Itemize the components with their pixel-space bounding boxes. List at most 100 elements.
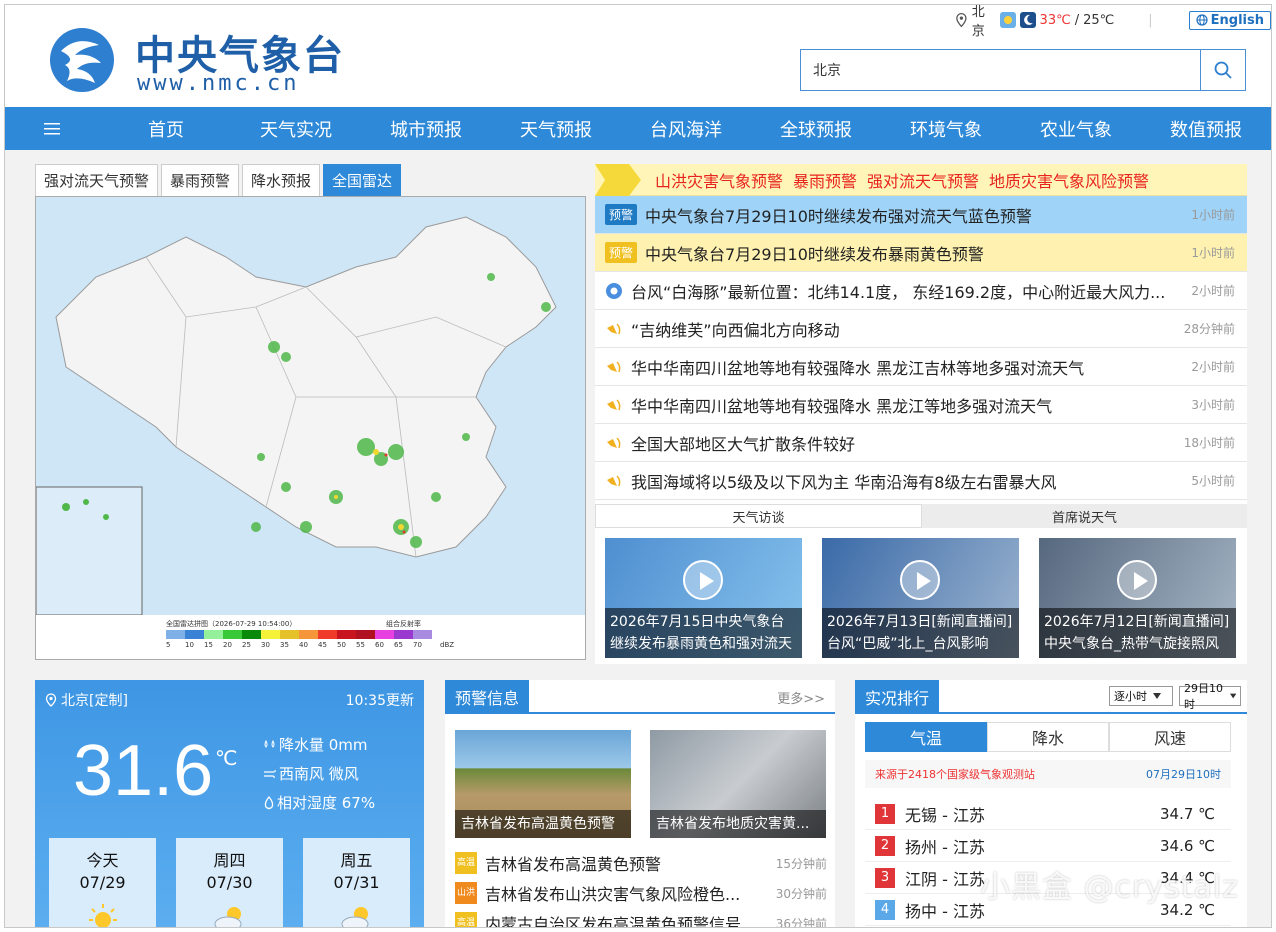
alert-image-card[interactable]: 吉林省发布高温黄色预警 [455, 730, 631, 838]
day-name: 周四 [213, 851, 246, 870]
video-caption: 2026年7月13日[新闻直播间]台风“巴威”北上_台风影响 [822, 608, 1019, 658]
station-value: 34.7 ℃ [1159, 804, 1215, 823]
nav-agriculture[interactable]: 农业气象 [1011, 116, 1141, 142]
site-header: 中央气象台 www.nmc.cn 北京 33℃ / 25℃ | English [5, 5, 1271, 109]
legend-swatch [261, 630, 280, 639]
news-item[interactable]: 华中华南四川盆地等地有较强降水 黑龙江吉林等地多强对流天气 2小时前 [595, 348, 1247, 386]
search-button[interactable] [1200, 50, 1245, 90]
update-time: 10:35更新 [345, 693, 414, 709]
news-text: 我国海域将以5级及以下风为主 华南沿海有8级左右雷暴大风 [631, 472, 1057, 492]
heat-warning-icon: 高温 [455, 912, 477, 927]
radar-legend: 全国雷达拼图（2026-07-29 10:54:00） 组合反射率 5 10 15 2… [36, 615, 585, 659]
legend-swatch [413, 630, 432, 639]
tab-national-radar[interactable]: 全国雷达 [323, 164, 402, 196]
top-city[interactable]: 北京 [972, 5, 996, 39]
nav-weather-forecast[interactable]: 天气预报 [491, 116, 621, 142]
interval-select[interactable]: 逐小时 [1109, 686, 1173, 706]
video-thumbnail[interactable]: 2026年7月13日[新闻直播间]台风“巴威”北上_台风影响 [822, 538, 1019, 658]
wind-icon [264, 769, 276, 778]
day-date: 07/29 [79, 873, 126, 892]
tab-temperature[interactable]: 气温 [865, 722, 987, 752]
news-text: 台风“白海豚”最新位置：北纬14.1度， 东经169.2度，中心附近最大风力..… [631, 282, 1166, 302]
nav-city-forecast[interactable]: 城市预报 [361, 116, 491, 142]
nav-home[interactable]: 首页 [101, 116, 231, 142]
temp-low: 25℃ [1083, 12, 1115, 28]
english-button[interactable]: English [1188, 10, 1271, 30]
news-item[interactable]: 我国海域将以5级及以下风为主 华南沿海有8级左右雷暴大风 5小时前 [595, 462, 1247, 500]
banner-rainstorm-warning[interactable]: 暴雨预警 [793, 168, 857, 192]
radar-map[interactable]: 全国雷达拼图（2026-07-29 10:54:00） 组合反射率 5 10 15 2… [35, 196, 586, 660]
legend-value: 60 [375, 641, 384, 649]
partly-cloudy-icon [214, 907, 241, 927]
alert-item[interactable]: 山洪 吉林省发布山洪灾害气象风险橙色... 30分钟前 [455, 879, 827, 907]
weather-location[interactable]: 北京[定制] [45, 690, 128, 710]
alert-time: 15分钟前 [775, 856, 827, 871]
top-weather-bar: 北京 33℃ / 25℃ | English [955, 5, 1271, 39]
banner-flood-warning[interactable]: 山洪灾害气象预警 [655, 168, 783, 192]
china-radar-map-image [36, 197, 585, 616]
nav-typhoon-ocean[interactable]: 台风海洋 [621, 116, 751, 142]
day-name: 周五 [340, 851, 373, 870]
news-item[interactable]: 预警 中央气象台7月29日10时继续发布暴雨黄色预警 1小时前 [595, 234, 1247, 272]
forecast-day-card[interactable]: 周五 07/31 [303, 838, 410, 927]
legend-swatch [223, 630, 242, 639]
forecast-day-card[interactable]: 今天 07/29 [49, 838, 156, 927]
nav-environment[interactable]: 环境气象 [881, 116, 1011, 142]
wind-value: 西南风 微风 [279, 765, 359, 783]
alert-image-card[interactable]: 吉林省发布地质灾害黄... [650, 730, 826, 838]
partly-cloudy-icon [341, 907, 368, 927]
warning-banner: 山洪灾害气象预警 暴雨预警 强对流天气预警 地质灾害气象风险预警 [595, 164, 1247, 196]
video-thumbnail[interactable]: 2026年7月15日中央气象台继续发布暴雨黄色和强对流天气 [605, 538, 802, 658]
moon-icon [1019, 12, 1036, 28]
news-time: 3小时前 [1191, 398, 1235, 412]
topbar-divider: | [1148, 12, 1153, 28]
forecast-day-card[interactable]: 周四 07/30 [176, 838, 283, 927]
station-name: 扬州 - 江苏 [905, 837, 985, 857]
station-name: 江阴 - 江苏 [905, 869, 985, 889]
news-item[interactable]: 预警 中央气象台7月29日10时继续发布强对流天气蓝色预警 1小时前 [595, 196, 1247, 234]
tab-precip-forecast[interactable]: 降水预报 [242, 164, 321, 196]
tab-severe-convection[interactable]: 强对流天气预警 [35, 164, 159, 196]
precip-value: 降水量 0mm [279, 736, 368, 754]
speaker-icon [607, 322, 621, 334]
alert-panel-header: 预警信息 更多>> [445, 680, 835, 714]
legend-swatch [299, 630, 318, 639]
legend-swatch [185, 630, 204, 639]
temperature-unit: ℃ [215, 746, 238, 770]
menu-button[interactable] [5, 107, 101, 150]
banner-convection-warning[interactable]: 强对流天气预警 [867, 168, 979, 192]
nav-observations[interactable]: 天气实况 [231, 116, 361, 142]
ranking-row[interactable]: 2 扬州 - 江苏 34.6 ℃ [865, 830, 1231, 862]
news-item[interactable]: 台风“白海豚”最新位置：北纬14.1度， 东经169.2度，中心附近最大风力..… [595, 272, 1247, 310]
time-value: 29日10时 [1184, 682, 1223, 711]
rank-number: 2 [875, 835, 895, 856]
news-item[interactable]: 华中华南四川盆地等地有较强降水 黑龙江等地多强对流天气 3小时前 [595, 386, 1247, 424]
alert-item[interactable]: 高温 吉林省发布高温黄色预警 15分钟前 [455, 849, 827, 877]
temp-separator: / [1074, 12, 1080, 28]
ranking-row[interactable]: 1 无锡 - 江苏 34.7 ℃ [865, 798, 1231, 830]
time-select[interactable]: 29日10时 [1179, 682, 1241, 711]
news-item[interactable]: “吉纳维芙”向西偏北方向移动 28分钟前 [595, 310, 1247, 348]
site-logo[interactable]: 中央气象台 www.nmc.cn [47, 19, 347, 101]
nav-numerical[interactable]: 数值预报 [1141, 116, 1271, 142]
tab-wind-speed[interactable]: 风速 [1109, 722, 1231, 752]
news-item[interactable]: 全国大部地区大气扩散条件较好 18小时前 [595, 424, 1247, 462]
globe-icon [1196, 14, 1208, 26]
sunny-icon [999, 12, 1016, 28]
tab-rainstorm[interactable]: 暴雨预警 [161, 164, 240, 196]
alert-text: 内蒙古自治区发布高温黄色预警信号 [485, 915, 742, 928]
browser-page: 中央气象台 www.nmc.cn 北京 33℃ / 25℃ | English [4, 4, 1272, 928]
news-time: 1小时前 [1191, 208, 1235, 222]
tab-chief-weather[interactable]: 首席说天气 [922, 504, 1247, 528]
tab-weather-interview[interactable]: 天气访谈 [595, 504, 922, 528]
more-link[interactable]: 更多>> [777, 688, 825, 707]
legend-swatch [318, 630, 337, 639]
legend-swatch [394, 630, 413, 639]
video-thumbnail[interactable]: 2026年7月12日[新闻直播间]中央气象台_热带气旋接照风 [1039, 538, 1236, 658]
search-input[interactable] [801, 50, 1200, 90]
tab-precipitation[interactable]: 降水 [987, 722, 1109, 752]
nav-global-forecast[interactable]: 全球预报 [751, 116, 881, 142]
search-icon [1214, 61, 1232, 79]
banner-geo-warning[interactable]: 地质灾害气象风险预警 [989, 168, 1149, 192]
alert-item[interactable]: 高温 内蒙古自治区发布高温黄色预警信号 36分钟前 [455, 909, 827, 928]
